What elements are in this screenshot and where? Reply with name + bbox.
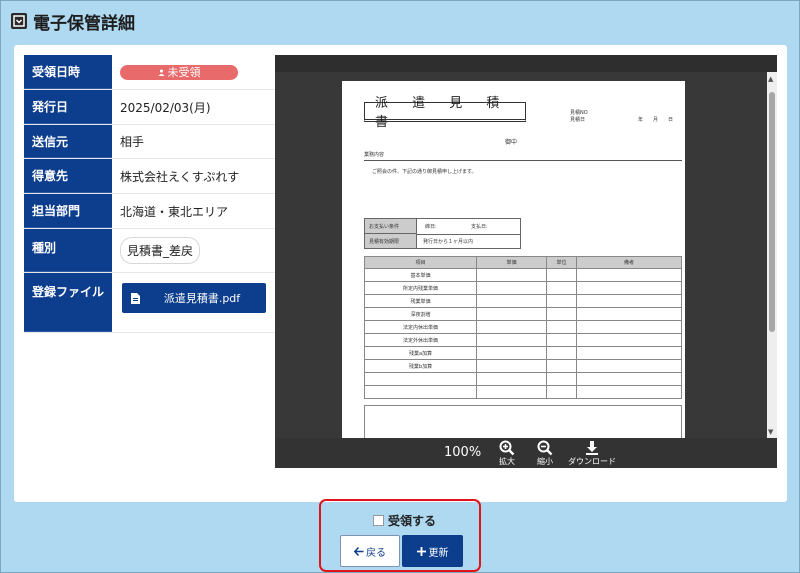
receive-checkbox-group[interactable]: 受領する — [373, 512, 436, 529]
department-value: 北海道・東北エリア — [120, 204, 229, 219]
doc-row-label: 所定内残業単価 — [364, 281, 477, 295]
plus-icon — [416, 546, 426, 556]
file-label: 登録ファイル — [24, 273, 112, 332]
doc-pay-val2: 支払日: — [471, 224, 488, 230]
doc-items-table: 項目 単価 単位 備考 基本単価 所定内残業単価 残業単価 深夜割増 法定内休出… — [364, 256, 682, 399]
scroll-thumb[interactable] — [769, 92, 775, 332]
doc-body: ご照会の件、下記の通り御見積申し上げます。 — [372, 169, 477, 175]
scroll-up-icon[interactable]: ▲ — [768, 75, 773, 83]
doc-notes-box — [364, 405, 682, 441]
zoom-out-icon — [537, 440, 553, 456]
doc-row-label: 法定内休出単価 — [364, 320, 477, 334]
doc-row-label: 残業b加算 — [364, 359, 477, 373]
type-label: 種別 — [24, 229, 112, 272]
detail-card: 受領日時 未受領 発行日 2025/02/03(月) 送信元 相手 得意先 株式… — [14, 45, 787, 502]
app-frame: 電子保管詳細 受領日時 未受領 発行日 2025/02/03(月) 送信元 相手 — [0, 0, 800, 573]
doc-subject: 業務内容 — [364, 152, 385, 158]
download-label: ダウンロード — [568, 457, 616, 466]
doc-valid-value: 発行日から１ヶ月以内 — [423, 239, 474, 245]
type-tag: 見積書_差戻 — [120, 237, 201, 264]
zoom-in-icon — [499, 440, 515, 456]
client-label: 得意先 — [24, 159, 112, 193]
sender-value: 相手 — [120, 135, 145, 149]
doc-row-label — [364, 385, 477, 399]
issue-date-label: 発行日 — [24, 90, 112, 124]
zoom-out-button[interactable]: 縮小 — [537, 440, 553, 467]
doc-date-line: 年 月 日 — [638, 117, 674, 123]
doc-row-label — [364, 372, 477, 386]
scroll-down-icon[interactable]: ▼ — [768, 428, 773, 436]
doc-pay-label: お支払い条件 — [369, 224, 400, 230]
doc-row-label: 残業単価 — [364, 294, 477, 308]
file-name: 派遣見積書.pdf — [163, 292, 241, 305]
zoom-out-label: 縮小 — [537, 457, 553, 466]
doc-conditions-box: お支払い条件 締日: 支払日: 見積有効期限 発行日から１ヶ月以内 — [364, 218, 521, 249]
viewer-scrollbar[interactable]: ▲ ▼ — [767, 72, 777, 438]
doc-row-label: 基本単価 — [364, 268, 477, 282]
status-text: 未受領 — [167, 66, 201, 79]
issue-date-value: 2025/02/03(月) — [120, 100, 211, 115]
receive-label[interactable]: 受領する — [388, 512, 436, 529]
archive-icon — [11, 13, 27, 29]
doc-row-label: 残業a加算 — [364, 346, 477, 360]
status-badge: 未受領 — [120, 64, 238, 80]
file-download-button[interactable]: 派遣見積書.pdf — [122, 283, 266, 313]
zoom-in-label: 拡大 — [499, 457, 515, 466]
page-title: 電子保管詳細 — [33, 13, 135, 34]
row-received: 受領日時 未受領 — [24, 55, 278, 90]
doc-pay-val1: 締日: — [425, 224, 437, 230]
file-icon — [122, 292, 148, 304]
client-value: 株式会社えくすぷれす — [120, 169, 240, 184]
received-label: 受領日時 — [24, 55, 112, 89]
receive-checkbox[interactable] — [373, 515, 384, 526]
zoom-in-button[interactable]: 拡大 — [499, 440, 515, 467]
doc-row-label: 深夜割増 — [364, 307, 477, 321]
viewer-toolbar: 100% 拡大 縮小 ダウンロード — [275, 438, 777, 468]
sender-label: 送信元 — [24, 125, 112, 158]
row-issue-date: 発行日 2025/02/03(月) — [24, 90, 278, 125]
page-header: 電子保管詳細 — [11, 9, 135, 34]
pdf-page: 派 遣 見 積 書 見積NO 見積日 年 月 日 御中 業務内容 ご照会の件、下… — [342, 81, 685, 441]
row-type: 種別 見積書_差戻 — [24, 229, 278, 273]
doc-meta-date: 見積日 — [570, 117, 586, 123]
doc-to: 御中 — [505, 139, 518, 146]
doc-valid-label: 見積有効期限 — [369, 239, 400, 245]
back-label: 戻る — [366, 547, 386, 559]
doc-col-header: 備考 — [576, 256, 682, 269]
doc-col-header: 単位 — [546, 256, 577, 269]
user-icon — [157, 68, 165, 76]
update-button[interactable]: 更新 — [402, 535, 463, 567]
row-file: 登録ファイル 派遣見積書.pdf — [24, 273, 278, 333]
download-icon — [586, 441, 598, 455]
department-label: 担当部門 — [24, 194, 112, 228]
download-button[interactable]: ダウンロード — [568, 440, 616, 467]
document-title: 派 遣 見 積 書 — [364, 96, 526, 130]
pdf-viewer: 派 遣 見 積 書 見積NO 見積日 年 月 日 御中 業務内容 ご照会の件、下… — [275, 55, 777, 468]
back-button[interactable]: 戻る — [340, 535, 400, 567]
info-table: 受領日時 未受領 発行日 2025/02/03(月) 送信元 相手 得意先 株式… — [24, 55, 278, 333]
zoom-level: 100% — [444, 445, 482, 460]
doc-col-header: 単価 — [476, 256, 547, 269]
row-sender: 送信元 相手 — [24, 125, 278, 159]
row-client: 得意先 株式会社えくすぷれす — [24, 159, 278, 194]
doc-meta-no: 見積NO — [570, 110, 588, 116]
arrow-left-icon — [354, 546, 364, 556]
row-department: 担当部門 北海道・東北エリア — [24, 194, 278, 229]
doc-col-header: 項目 — [364, 256, 477, 269]
doc-row-label: 法定外休出単価 — [364, 333, 477, 347]
update-label: 更新 — [428, 547, 449, 559]
